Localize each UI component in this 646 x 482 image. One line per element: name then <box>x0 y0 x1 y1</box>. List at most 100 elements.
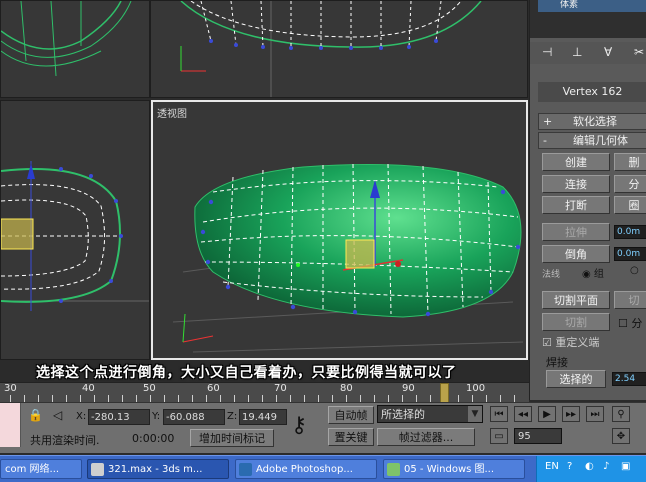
y-label: Y: <box>152 411 161 422</box>
chevron-down-icon: ▼ <box>468 406 482 422</box>
command-panel: 体素 ⊣ ⊥ ∀ ✂ Vertex 162 + 软化选择 - 编辑几何体 创建 … <box>529 0 646 400</box>
cut-button[interactable]: 切 <box>614 291 646 309</box>
lock-icon[interactable]: 🔒 <box>28 408 43 422</box>
z-label: Z: <box>227 411 238 422</box>
perspective-mesh <box>172 163 524 353</box>
goto-end-icon[interactable]: ⏭ <box>586 406 604 422</box>
selection-set-value: 所选择的 <box>381 408 425 421</box>
taskbar-item-windows-viewer[interactable]: 05 - Windows 图... <box>383 459 525 479</box>
timeline-label-90: 90 <box>402 383 415 394</box>
column-icon[interactable]: ⊥ <box>572 45 582 59</box>
ring-button[interactable]: 圈 <box>614 196 646 214</box>
rollout-toggle-icon: + <box>543 115 553 128</box>
split-checkbox[interactable]: ☐ 分 <box>618 315 642 331</box>
tutorial-subtitle: 选择这个点进行倒角，大小又自己看着办，只要比例得当就可以了 <box>36 365 457 381</box>
taskbar-item-label: 05 - Windows 图... <box>404 464 495 475</box>
rollout-title: 编辑几何体 <box>573 134 628 147</box>
viewport-top-right[interactable] <box>150 0 528 98</box>
weld-label: 焊接 <box>546 356 568 369</box>
y-coordinate-field[interactable]: -60.088 <box>163 409 225 425</box>
3dsmax-icon <box>91 463 104 476</box>
timeline-label-60: 60 <box>207 383 220 394</box>
chamfer-amount-input[interactable]: 0.0m <box>614 247 646 261</box>
timeline-label-30: 30 <box>4 383 17 394</box>
x-coordinate-field[interactable]: -280.13 <box>88 409 150 425</box>
weld-threshold-input[interactable]: 2.54 <box>612 372 646 386</box>
modifier-stack-item[interactable]: 体素 <box>538 0 646 12</box>
break-button[interactable]: 打断 <box>542 196 610 214</box>
timeline-label-100: 100 <box>466 383 486 394</box>
help-icon[interactable]: ? <box>567 461 572 472</box>
split-checkbox-label: 分 <box>631 317 643 330</box>
windows-taskbar: com 网络... 321.max - 3ds m... Adobe Photo… <box>0 455 646 482</box>
timeline-label-40: 40 <box>82 383 95 394</box>
zoom-icon[interactable]: ⚲ <box>612 406 630 422</box>
selection-set-dropdown[interactable]: 所选择的 ▼ <box>377 405 483 423</box>
goto-start-icon[interactable]: ⏮ <box>490 406 508 422</box>
extrude-button[interactable]: 拉伸 <box>542 223 610 241</box>
rollout-toggle-icon: - <box>543 134 547 147</box>
viewport-top-left[interactable] <box>0 0 150 98</box>
slice-plane-button[interactable]: 切割平面 <box>542 291 610 309</box>
set-key-button[interactable]: 置关键 <box>328 428 374 446</box>
timeline[interactable]: 30 40 50 60 70 80 90 100 <box>0 382 529 405</box>
panel-header: 体素 <box>530 0 646 38</box>
bottom-left-mesh <box>1 161 149 311</box>
next-frame-icon[interactable]: ▸▸ <box>562 406 580 422</box>
language-indicator[interactable]: EN <box>545 461 559 472</box>
chamfer-button[interactable]: 倒角 <box>542 245 610 263</box>
stack-toolbar: ⊣ ⊥ ∀ ✂ <box>530 42 646 64</box>
key-icon[interactable]: ⚷ <box>291 413 307 438</box>
play-icon[interactable]: ▶ <box>538 406 556 422</box>
viewport-bottom-left[interactable] <box>0 100 150 360</box>
render-time-label: 共用渲染时间. <box>30 434 100 447</box>
scissors-icon[interactable]: ✂ <box>634 45 644 59</box>
taskbar-item-3dsmax[interactable]: 321.max - 3ds m... <box>87 459 229 479</box>
selection-info: Vertex 162 <box>538 82 646 102</box>
key-filters-button[interactable]: 帧过滤器... <box>377 428 475 446</box>
taskbar-item-label: 321.max - 3ds m... <box>108 464 203 475</box>
slice-button[interactable]: 切割 <box>542 313 610 331</box>
auto-key-button[interactable]: 自动帧 <box>328 406 374 424</box>
refine-ends-checkbox[interactable]: ☑ 重定义端 <box>542 334 599 350</box>
timeline-label-50: 50 <box>143 383 156 394</box>
group-radio[interactable]: ◉ 组 <box>582 265 604 280</box>
prev-frame-icon[interactable]: ◂◂ <box>514 406 532 422</box>
pin-icon[interactable]: ⊣ <box>542 45 552 59</box>
add-time-tag-button[interactable]: 增加时间标记 <box>190 429 274 447</box>
pan-icon[interactable]: ✥ <box>612 428 630 444</box>
current-frame-field[interactable]: 95 <box>514 428 562 444</box>
photoshop-icon <box>239 463 252 476</box>
split-button[interactable]: 分 <box>614 175 646 193</box>
connect-button[interactable]: 连接 <box>542 175 610 193</box>
taskbar-item-photoshop[interactable]: Adobe Photoshop... <box>235 459 377 479</box>
funnel-icon[interactable]: ∀ <box>604 45 612 59</box>
refine-ends-label: 重定义端 <box>555 336 600 349</box>
extrude-amount-input[interactable]: 0.0m <box>614 225 646 239</box>
x-label: X: <box>76 411 87 422</box>
create-button[interactable]: 创建 <box>542 153 610 171</box>
normal-label: 法线 <box>542 270 561 280</box>
viewport-perspective[interactable]: 透视图 <box>151 100 528 360</box>
image-viewer-icon <box>387 463 400 476</box>
rollout-soft-selection[interactable]: + 软化选择 <box>538 113 646 130</box>
taskbar-item-network[interactable]: com 网络... <box>0 459 82 479</box>
key-mode-icon[interactable]: ▭ <box>490 428 508 444</box>
system-tray: EN ? ◐ ♪ ▣ <box>536 456 646 482</box>
group-radio-label: 组 <box>593 269 604 280</box>
delete-button[interactable]: 删 <box>614 153 646 171</box>
ime-icon[interactable]: ◐ <box>585 461 594 472</box>
weld-selected-button[interactable]: 选择的 <box>546 370 606 388</box>
volume-icon[interactable]: ♪ <box>603 461 609 472</box>
timeline-label-70: 70 <box>274 383 287 394</box>
selection-color-swatch <box>0 403 21 447</box>
taskbar-item-label: Adobe Photoshop... <box>256 464 353 475</box>
rollout-edit-geometry[interactable]: - 编辑几何体 <box>538 132 646 149</box>
network-icon[interactable]: ▣ <box>621 461 630 472</box>
rollout-title: 软化选择 <box>573 115 617 128</box>
cursor-icon[interactable]: ◁ <box>53 408 62 422</box>
z-coordinate-field[interactable]: 19.449 <box>239 409 287 425</box>
top-left-mesh <box>1 1 132 77</box>
local-radio[interactable]: ○ <box>630 265 639 276</box>
top-right-mesh <box>180 1 482 97</box>
